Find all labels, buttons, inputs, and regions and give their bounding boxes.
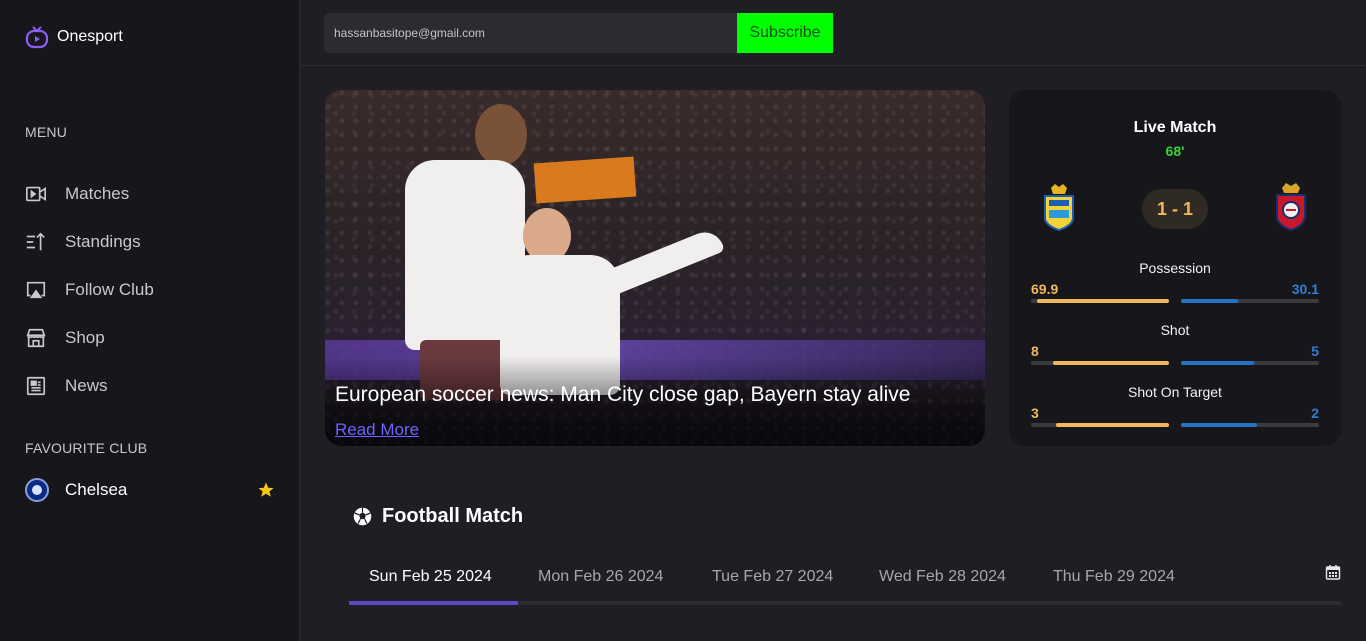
calendar-icon[interactable]	[1325, 564, 1341, 580]
stat-track-away	[1181, 423, 1319, 427]
tab-date-3[interactable]: Wed Feb 28 2024	[879, 568, 1006, 586]
stat-track-home	[1031, 361, 1169, 365]
section-title-text: Football Match	[382, 505, 524, 527]
stat-fill-away	[1181, 299, 1238, 303]
home-team-crest-icon	[1044, 184, 1074, 232]
brand-name: Onesport	[57, 28, 123, 45]
sidebar-item-shop[interactable]: Shop	[25, 327, 105, 349]
match-minute: 68'	[1165, 143, 1185, 159]
stat-home-possession: 69.9	[1031, 281, 1059, 297]
tab-date-2[interactable]: Tue Feb 27 2024	[712, 568, 833, 586]
stat-track-away	[1181, 299, 1319, 303]
read-more-link[interactable]: Read More	[335, 420, 419, 440]
stat-away-possession: 30.1	[1291, 281, 1319, 297]
favourite-heading: FAVOURITE CLUB	[25, 440, 148, 456]
favourite-club[interactable]: Chelsea	[25, 478, 275, 502]
stat-away-shot-on-target: 2	[1311, 405, 1319, 421]
menu-heading: MENU	[25, 124, 68, 140]
stadium-sign	[533, 156, 637, 204]
stat-fill-home	[1037, 299, 1169, 303]
sort-icon	[26, 232, 45, 251]
sidebar-item-follow-club[interactable]: Follow Club	[25, 279, 154, 301]
subscribe-button[interactable]: Subscribe	[737, 13, 833, 53]
tab-date-0[interactable]: Sun Feb 25 2024	[369, 568, 492, 586]
cast-icon	[26, 281, 46, 299]
active-tab-indicator	[349, 601, 518, 605]
stat-fill-away	[1181, 361, 1254, 365]
sidebar: Onesport MENU Matches Standings Follow C…	[0, 0, 300, 641]
newspaper-icon	[26, 376, 46, 396]
stat-fill-away	[1181, 423, 1257, 427]
app: Onesport MENU Matches Standings Follow C…	[0, 0, 1366, 641]
stat-fill-home	[1053, 361, 1169, 365]
chelsea-crest-icon	[25, 478, 49, 502]
stat-label-possession: Possession	[1139, 260, 1211, 276]
stat-track-home	[1031, 423, 1169, 427]
stat-label-shot-on-target: Shot On Target	[1128, 384, 1222, 400]
sidebar-item-label: Shop	[65, 328, 105, 347]
top-bar: Subscribe	[300, 0, 1366, 66]
stat-label-shot: Shot	[1160, 322, 1190, 338]
sidebar-item-standings[interactable]: Standings	[25, 231, 141, 253]
brand-logo[interactable]: Onesport	[25, 25, 123, 49]
sidebar-item-label: Standings	[65, 232, 141, 251]
live-match-card[interactable]: Live Match 68' 1 - 1 Possession 69.9 30.…	[1009, 90, 1341, 446]
sidebar-item-label: Matches	[65, 184, 130, 203]
stat-fill-home	[1056, 423, 1169, 427]
sidebar-item-news[interactable]: News	[25, 375, 108, 397]
video-icon	[26, 186, 46, 202]
stat-away-shot: 5	[1311, 343, 1319, 359]
stat-home-shot: 8	[1031, 343, 1039, 359]
section-title: Football Match	[352, 505, 523, 528]
away-team-crest-icon	[1276, 183, 1306, 232]
sidebar-item-label: News	[65, 376, 108, 395]
hero-title[interactable]: European soccer news: Man City close gap…	[335, 383, 910, 407]
tv-icon	[25, 26, 49, 49]
tab-date-1[interactable]: Mon Feb 26 2024	[538, 568, 663, 586]
stat-home-shot-on-target: 3	[1031, 405, 1039, 421]
date-tabs: Sun Feb 25 2024 Mon Feb 26 2024 Tue Feb …	[349, 560, 1341, 606]
stat-track-away	[1181, 361, 1319, 365]
store-icon	[26, 328, 46, 348]
match-score: 1 - 1	[1142, 189, 1208, 229]
sidebar-item-matches[interactable]: Matches	[25, 183, 129, 205]
player-head	[475, 104, 527, 166]
star-icon[interactable]	[257, 481, 275, 499]
tab-date-4[interactable]: Thu Feb 29 2024	[1053, 568, 1175, 586]
favourite-club-name: Chelsea	[65, 480, 128, 499]
live-match-title: Live Match	[1133, 119, 1217, 136]
sidebar-item-label: Follow Club	[65, 280, 154, 299]
email-field[interactable]	[324, 13, 738, 53]
soccer-ball-icon	[353, 507, 372, 526]
hero-news-card[interactable]: European soccer news: Man City close gap…	[325, 90, 985, 446]
stat-track-home	[1031, 299, 1169, 303]
